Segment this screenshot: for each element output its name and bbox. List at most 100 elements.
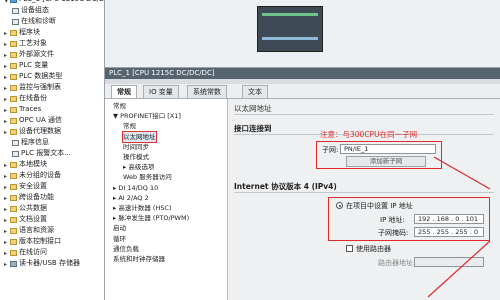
tree-item[interactable]: ▸ 版本控制接口 — [4, 236, 61, 247]
nav-item[interactable]: 常规 — [113, 101, 126, 111]
tree-item[interactable]: ▸ 公共数据 — [4, 203, 47, 214]
project-tree: 添加新设备设备和网络▼PLC_1 [CPU 1215C DC/DC/DC]设备组… — [0, 0, 125, 300]
diag-icon — [12, 18, 19, 25]
nav-item[interactable]: 循环 — [113, 234, 126, 244]
tree-item[interactable]: ▸ 工艺对象 — [4, 38, 47, 49]
nav-item[interactable]: Web 服务器访问 — [123, 172, 172, 182]
tree-item[interactable]: 在线和诊断 — [12, 16, 56, 27]
tree-item[interactable]: ▸ 在线备份 — [4, 93, 47, 104]
nav-item[interactable]: 通信负载 — [113, 244, 139, 254]
tree-item[interactable]: ▸ 文档设置 — [4, 214, 47, 225]
tree-item[interactable]: ▸ 跨设备功能 — [4, 192, 54, 203]
doc-icon — [12, 150, 19, 157]
tree-item[interactable]: ▸ 读卡器/USB 存储器 — [4, 258, 80, 269]
tree-item-label: PLC 报警文本... — [21, 149, 71, 157]
nav-item[interactable]: 操作模式 — [123, 152, 149, 162]
nav-item-label: 高速计数器 (HSC) — [118, 204, 172, 212]
folder-icon — [10, 194, 17, 201]
folder-icon — [10, 216, 17, 223]
nav-item[interactable]: 时间同步 — [123, 142, 149, 152]
tree-item-label: OPC UA 通信 — [19, 116, 62, 124]
folder-icon — [10, 106, 17, 113]
folder-icon — [10, 128, 17, 135]
folder-icon — [10, 95, 17, 102]
tree-item[interactable]: ▸ PLC 变量 — [4, 60, 48, 71]
tree-item-label: 安全设置 — [19, 182, 47, 190]
folder-icon — [10, 249, 17, 256]
nav-item[interactable]: 系统和时钟存储器 — [113, 254, 165, 264]
nav-item[interactable]: 以太网地址 — [122, 130, 157, 143]
folder-icon — [10, 29, 17, 36]
nav-item-label: PROFINET接口 [X1] — [120, 112, 181, 121]
tree-item[interactable]: ▸ 未分组的设备 — [4, 170, 61, 181]
tree-item-label: 公共数据 — [19, 204, 47, 212]
tree-item[interactable]: ▸ 安全设置 — [4, 181, 47, 192]
tree-item[interactable]: 程序信息 — [12, 137, 49, 148]
nav-item[interactable]: 常规 — [123, 121, 136, 131]
folder-icon — [10, 161, 17, 168]
folder-icon — [10, 62, 17, 69]
tab-io-tags[interactable]: IO 变量 — [143, 85, 179, 98]
tree-item-label: 程序信息 — [21, 138, 49, 146]
nav-item-label: 启动 — [113, 224, 126, 233]
doc-icon — [12, 139, 19, 146]
tree-item[interactable]: ▸ 在线访问 — [4, 247, 47, 258]
tree-item-label: 读卡器/USB 存储器 — [19, 259, 80, 267]
tree-item-label: 文档设置 — [19, 215, 47, 223]
tree-item[interactable]: ▸ 监控与强制表 — [4, 82, 61, 93]
tree-item-label: 本地模块 — [19, 160, 47, 168]
tree-item[interactable]: 设备组态 — [12, 5, 49, 16]
properties-nav: 常规 ▼ PROFINET接口 [X1] 常规 以太网地址 时间同步 操作模式 ▸ 高级选项… — [105, 99, 228, 300]
plc-device-image[interactable] — [257, 6, 323, 52]
tree-item[interactable]: ▸ 外部源文件 — [4, 49, 54, 60]
tree-item[interactable]: ▸ 本地模块 — [4, 159, 47, 170]
tree-item-label: 设备组态 — [21, 6, 49, 14]
tree-item-label: 未分组的设备 — [19, 171, 61, 179]
nav-item-label: Web 服务器访问 — [123, 173, 172, 182]
tree-item-label: 语言和资源 — [19, 226, 54, 234]
nav-item-label: 常规 — [123, 122, 136, 131]
nav-item[interactable]: ▸ AI 2/AQ 2 — [113, 193, 149, 203]
reader-icon — [10, 260, 17, 267]
tree-item-label: 版本控制接口 — [19, 237, 61, 245]
tree-item[interactable]: ▸ 设备代理数据 — [4, 126, 61, 137]
tree-item-label: 在线备份 — [19, 94, 47, 102]
nav-item[interactable]: 启动 — [113, 223, 126, 233]
nav-item[interactable]: ▼ PROFINET接口 [X1] — [113, 111, 181, 121]
tree-item-label: 外部源文件 — [19, 50, 54, 58]
folder-icon — [10, 51, 17, 58]
nav-item[interactable]: ▸ 高速计数器 (HSC) — [113, 203, 172, 213]
nav-item-label: 高级选项 — [128, 163, 155, 172]
tree-item-label: 在线和诊断 — [21, 17, 56, 25]
tree-item[interactable]: ▸ 语言和资源 — [4, 225, 54, 236]
tree-item[interactable]: PLC 报警文本... — [12, 148, 71, 159]
tree-item-label: 跨设备功能 — [19, 193, 54, 201]
tree-item-label: 监控与强制表 — [19, 83, 61, 91]
tree-item[interactable]: ▸ Traces — [4, 104, 41, 115]
nav-item-label: 常规 — [113, 102, 126, 110]
tree-item[interactable]: ▸ OPC UA 通信 — [4, 115, 62, 126]
tree-item-label: Traces — [19, 105, 42, 113]
nav-item[interactable]: ▸ 高级选项 — [123, 162, 154, 172]
tree-item-label: PLC 数据类型 — [19, 72, 63, 80]
tree-item[interactable]: ▸ 程序块 — [4, 27, 40, 38]
nav-item[interactable]: ▸ DI 14/DQ 10 — [113, 183, 158, 193]
nav-item-label: 系统和时钟存储器 — [113, 255, 165, 263]
annotation-arrows — [427, 156, 491, 298]
nav-item[interactable]: ▸ 脉冲发生器 (PTO/PWM) — [113, 213, 189, 223]
tab-system-constants[interactable]: 系统常数 — [187, 85, 227, 98]
tree-item[interactable]: ▸ PLC 数据类型 — [4, 71, 62, 82]
properties-content: 以太网地址 接口连接到 注意：与300CPU在同一子网 子网: PN/IE_1 … — [228, 99, 500, 300]
folder-icon — [10, 84, 17, 91]
nav-item-label: AI 2/AQ 2 — [118, 193, 149, 202]
tab-texts[interactable]: 文本 — [242, 85, 268, 98]
tree-item-label: 工艺对象 — [19, 39, 47, 47]
folder-icon — [10, 183, 17, 190]
nav-item-label: 操作模式 — [123, 153, 149, 161]
device-view — [105, 0, 500, 68]
tree-item-label: PLC 变量 — [19, 61, 49, 69]
tab-general[interactable]: 常规 — [111, 85, 137, 98]
folder-icon — [10, 227, 17, 234]
nav-item-label: 脉冲发生器 (PTO/PWM) — [118, 214, 190, 223]
folder-icon — [10, 73, 17, 80]
